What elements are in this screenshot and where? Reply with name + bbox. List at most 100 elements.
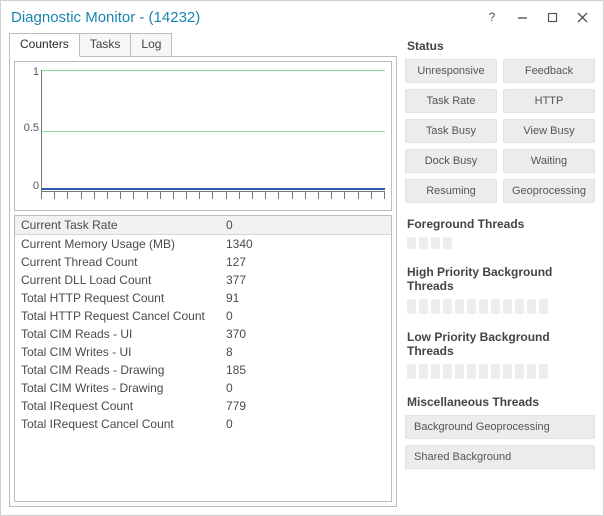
counter-value: 0 — [226, 381, 385, 395]
thread-indicator — [479, 299, 488, 314]
low-priority-threads-heading: Low Priority Background Threads — [407, 330, 595, 358]
table-row: Current Memory Usage (MB)1340 — [15, 235, 391, 253]
misc-background-geoprocessing-button[interactable]: Background Geoprocessing — [405, 415, 595, 439]
table-row: Total HTTP Request Count91 — [15, 289, 391, 307]
thread-indicator — [467, 364, 476, 379]
y-tick-label: 0.5 — [17, 122, 39, 134]
status-button-grid: UnresponsiveFeedbackTask RateHTTPTask Bu… — [405, 59, 595, 203]
counter-name: Total CIM Writes - Drawing — [21, 381, 226, 395]
table-row: Total IRequest Cancel Count0 — [15, 415, 391, 433]
thread-indicator — [539, 364, 548, 379]
status-dock-busy-button[interactable]: Dock Busy — [405, 149, 497, 173]
counter-value: 8 — [226, 345, 385, 359]
counter-value: 377 — [226, 273, 385, 287]
counter-table: Current Task Rate0Current Memory Usage (… — [14, 215, 392, 502]
thread-indicator — [527, 364, 536, 379]
close-icon[interactable] — [569, 5, 595, 29]
counter-value: 185 — [226, 363, 385, 377]
counter-name: Total CIM Reads - UI — [21, 327, 226, 341]
status-resuming-button[interactable]: Resuming — [405, 179, 497, 203]
high-priority-threads-heading: High Priority Background Threads — [407, 265, 595, 293]
status-view-busy-button[interactable]: View Busy — [503, 119, 595, 143]
tab-bar: CountersTasksLog — [9, 33, 397, 57]
counter-value: 0 — [226, 218, 385, 232]
thread-indicator — [455, 364, 464, 379]
thread-indicator — [407, 364, 416, 379]
titlebar: Diagnostic Monitor - (14232) ? — [1, 1, 603, 33]
status-waiting-button[interactable]: Waiting — [503, 149, 595, 173]
counter-value: 0 — [226, 309, 385, 323]
high-priority-threads-indicators — [405, 299, 595, 314]
counter-name: Total HTTP Request Count — [21, 291, 226, 305]
counter-name: Total CIM Writes - UI — [21, 345, 226, 359]
thread-indicator — [419, 299, 428, 314]
thread-indicator — [503, 364, 512, 379]
status-feedback-button[interactable]: Feedback — [503, 59, 595, 83]
maximize-icon[interactable] — [539, 5, 565, 29]
thread-indicator — [455, 299, 464, 314]
thread-indicator — [431, 364, 440, 379]
counter-value: 779 — [226, 399, 385, 413]
status-task-busy-button[interactable]: Task Busy — [405, 119, 497, 143]
status-heading: Status — [407, 39, 595, 53]
thread-indicator — [515, 299, 524, 314]
thread-indicator — [407, 237, 416, 249]
counter-name: Total HTTP Request Cancel Count — [21, 309, 226, 323]
table-row: Total CIM Reads - Drawing185 — [15, 361, 391, 379]
thread-indicator — [539, 299, 548, 314]
chart: 1 0.5 0 — [14, 61, 392, 211]
table-row: Total IRequest Count779 — [15, 397, 391, 415]
table-row: Total CIM Reads - UI370 — [15, 325, 391, 343]
misc-threads-buttons: Background Geoprocessing Shared Backgroun… — [405, 415, 595, 469]
table-row: Total HTTP Request Cancel Count0 — [15, 307, 391, 325]
thread-indicator — [527, 299, 536, 314]
thread-indicator — [443, 237, 452, 249]
window-title: Diagnostic Monitor - (14232) — [11, 9, 479, 26]
counter-name: Total IRequest Count — [21, 399, 226, 413]
status-task-rate-button[interactable]: Task Rate — [405, 89, 497, 113]
tab-log[interactable]: Log — [130, 33, 172, 57]
table-row: Current DLL Load Count377 — [15, 271, 391, 289]
foreground-threads-indicators — [405, 237, 595, 249]
thread-indicator — [491, 364, 500, 379]
minimize-icon[interactable] — [509, 5, 535, 29]
counter-name: Current Memory Usage (MB) — [21, 237, 226, 251]
counter-name: Current Thread Count — [21, 255, 226, 269]
tab-tasks[interactable]: Tasks — [79, 33, 132, 57]
plot-area — [41, 70, 385, 192]
thread-indicator — [419, 364, 428, 379]
thread-indicator — [503, 299, 512, 314]
left-pane: CountersTasksLog 1 0.5 0 Current Task Ra… — [9, 33, 397, 507]
misc-shared-background-button[interactable]: Shared Background — [405, 445, 595, 469]
table-row: Total CIM Writes - Drawing0 — [15, 379, 391, 397]
counter-value: 0 — [226, 417, 385, 431]
status-http-button[interactable]: HTTP — [503, 89, 595, 113]
counter-value: 1340 — [226, 237, 385, 251]
thread-indicator — [431, 299, 440, 314]
series-line — [42, 188, 385, 190]
tab-counters[interactable]: Counters — [9, 33, 80, 57]
thread-indicator — [431, 237, 440, 249]
table-row: Total CIM Writes - UI8 — [15, 343, 391, 361]
counter-name: Current Task Rate — [21, 218, 226, 232]
counter-name: Total IRequest Cancel Count — [21, 417, 226, 431]
counter-name: Total CIM Reads - Drawing — [21, 363, 226, 377]
y-tick-label: 1 — [17, 66, 39, 78]
help-icon[interactable]: ? — [479, 5, 505, 29]
table-row: Current Task Rate0 — [15, 216, 391, 235]
counter-value: 127 — [226, 255, 385, 269]
misc-threads-heading: Miscellaneous Threads — [407, 395, 595, 409]
right-pane: Status UnresponsiveFeedbackTask RateHTTP… — [405, 33, 595, 507]
thread-indicator — [491, 299, 500, 314]
thread-indicator — [467, 299, 476, 314]
status-geoprocessing-button[interactable]: Geoprocessing — [503, 179, 595, 203]
x-ticks — [41, 192, 385, 202]
low-priority-threads-indicators — [405, 364, 595, 379]
counter-value: 370 — [226, 327, 385, 341]
thread-indicator — [407, 299, 416, 314]
thread-indicator — [419, 237, 428, 249]
status-unresponsive-button[interactable]: Unresponsive — [405, 59, 497, 83]
counter-name: Current DLL Load Count — [21, 273, 226, 287]
y-tick-label: 0 — [17, 180, 39, 192]
thread-indicator — [443, 299, 452, 314]
